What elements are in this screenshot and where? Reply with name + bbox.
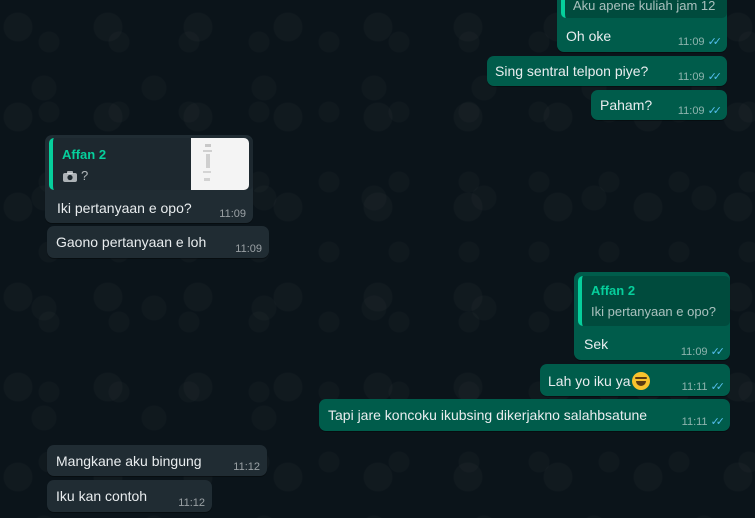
message-text: Iki pertanyaan e opo? (57, 200, 192, 216)
message-meta: 11:09 (235, 243, 262, 255)
quoted-message[interactable]: Affan 2 ? (49, 138, 253, 190)
message-time: 11:09 (219, 208, 246, 220)
message-text: Gaono pertanyaan e loh (56, 234, 207, 250)
message-time: 11:09 (680, 345, 708, 358)
message-time: 11:11 (681, 380, 708, 393)
message-text: Sek (584, 336, 609, 352)
message-text-content: Lah yo iku ya (548, 373, 631, 389)
message-time: 11:11 (681, 415, 708, 428)
message-text: Lah yo iku ya (548, 372, 650, 390)
message-text: Oh oke (566, 28, 612, 44)
quoted-image-thumbnail (191, 138, 249, 190)
message-outgoing[interactable]: Sing sentral telpon piye? 11:09 ✓✓ (487, 56, 727, 86)
double-check-icon: ✓✓ (707, 36, 723, 48)
double-check-icon: ✓✓ (710, 381, 726, 393)
quoted-message[interactable]: Affan 2 Iki pertanyaan e opo? (578, 276, 730, 326)
quoted-message-text: Iki pertanyaan e opo? (591, 304, 717, 319)
message-time: 11:09 (677, 70, 705, 83)
message-text: Mangkane aku bingung (56, 453, 202, 469)
double-check-icon: ✓✓ (707, 71, 723, 83)
message-outgoing[interactable]: Lah yo iku ya 11:11 ✓✓ (540, 364, 730, 396)
message-meta: 11:09 ✓✓ (677, 104, 723, 118)
message-text: Iku kan contoh (56, 488, 148, 504)
message-outgoing[interactable]: Paham? 11:09 ✓✓ (591, 90, 727, 120)
message-meta: 11:09 ✓✓ (680, 345, 726, 359)
double-check-icon: ✓✓ (710, 346, 726, 358)
double-check-icon: ✓✓ (707, 105, 723, 117)
message-time: 11:12 (233, 461, 260, 473)
message-time: 11:09 (235, 243, 262, 255)
quoted-author: Affan 2 (591, 283, 636, 298)
message-text: Paham? (600, 97, 653, 113)
message-time: 11:12 (178, 497, 205, 509)
quoted-author: Affan 2 (62, 147, 107, 162)
double-check-icon: ✓✓ (710, 416, 726, 428)
message-meta: 11:11 ✓✓ (681, 415, 726, 429)
message-text: Tapi jare koncoku ikubsing dikerjakno sa… (328, 407, 648, 423)
message-incoming[interactable]: Gaono pertanyaan e loh 11:09 (47, 226, 269, 258)
quoted-message[interactable]: Aku apene kuliah jam 12 (561, 0, 727, 18)
quoted-message-text: ? (81, 168, 89, 183)
camera-icon (63, 169, 77, 185)
message-meta: 11:09 ✓✓ (677, 35, 723, 49)
message-meta: 11:11 ✓✓ (681, 380, 726, 394)
message-outgoing[interactable]: Aku apene kuliah jam 12 Oh oke 11:09 ✓✓ (557, 0, 727, 52)
message-text: Sing sentral telpon piye? (495, 63, 649, 79)
quoted-message-text: Aku apene kuliah jam 12 (573, 0, 716, 13)
message-outgoing[interactable]: Tapi jare koncoku ikubsing dikerjakno sa… (319, 399, 730, 431)
message-meta: 11:12 (178, 497, 205, 509)
message-time: 11:09 (677, 35, 705, 48)
message-incoming[interactable]: Mangkane aku bingung 11:12 (47, 445, 267, 476)
message-incoming[interactable]: Affan 2 ? Iki pertanyaan e opo? 11:09 (45, 135, 253, 223)
message-outgoing[interactable]: Affan 2 Iki pertanyaan e opo? Sek 11:09 … (574, 272, 730, 360)
grinning-emoji-icon (631, 372, 650, 390)
message-meta: 11:09 (219, 208, 246, 220)
message-incoming[interactable]: Iku kan contoh 11:12 (47, 480, 212, 512)
message-meta: 11:09 ✓✓ (677, 70, 723, 84)
message-time: 11:09 (677, 104, 705, 117)
message-meta: 11:12 (233, 461, 260, 473)
